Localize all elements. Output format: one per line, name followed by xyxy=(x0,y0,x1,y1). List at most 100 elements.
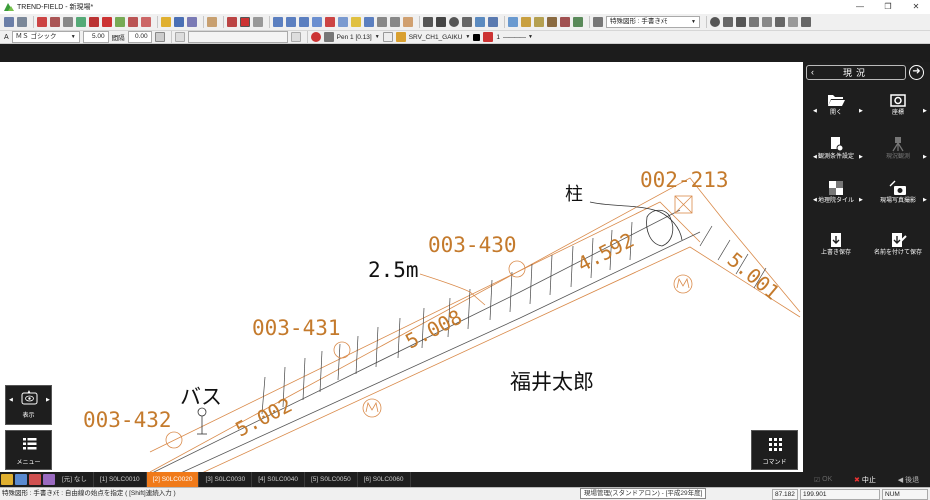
tab-s0lc0060[interactable]: [6] S0LC0060 xyxy=(358,472,411,487)
redo-icon[interactable] xyxy=(390,17,400,27)
back-button[interactable]: ◀ 後退 xyxy=(898,475,919,485)
draw-tool-icon[interactable] xyxy=(37,17,47,27)
close-button[interactable]: ✕ xyxy=(902,0,930,14)
spacing-input[interactable]: 0.00 xyxy=(127,31,152,43)
zoom-previous-icon[interactable] xyxy=(325,17,335,27)
dropdown-icon[interactable] xyxy=(253,17,263,27)
open-folder-icon[interactable] xyxy=(161,17,171,27)
tab-original[interactable]: [元] なし xyxy=(56,472,94,487)
note-icon[interactable] xyxy=(775,17,785,27)
print-icon[interactable] xyxy=(187,17,197,27)
coordinate-button[interactable]: 座標 xyxy=(873,92,923,117)
menu-button[interactable]: メニュー xyxy=(5,430,52,470)
chevron-down-icon[interactable]: ▼ xyxy=(528,34,533,40)
special-figure-icon xyxy=(593,17,603,27)
layer-icon[interactable] xyxy=(508,17,518,27)
arc-icon[interactable] xyxy=(475,17,485,27)
symbol-icon[interactable] xyxy=(488,17,498,27)
pen-color-icon[interactable] xyxy=(310,32,321,42)
tab-s0lc0040[interactable]: [4] S0LC0040 xyxy=(252,472,305,487)
zoom-in-icon[interactable] xyxy=(273,17,283,27)
tab-s0lc0020[interactable]: [2] S0LC0020 xyxy=(146,472,200,487)
pan-hand-icon[interactable] xyxy=(403,17,413,27)
font-name-select[interactable]: ＭＳ ゴシック ▼ xyxy=(11,31,80,43)
tab-s0lc0010[interactable]: [1] S0LC0010 xyxy=(94,472,147,487)
coordinate-icon[interactable] xyxy=(762,17,772,27)
layer-icon[interactable] xyxy=(15,474,27,485)
line-weight-select[interactable]: 1 xyxy=(496,34,500,41)
zoom-all-icon[interactable] xyxy=(312,17,322,27)
pen-color-icon[interactable] xyxy=(534,17,544,27)
zoom-out-icon[interactable] xyxy=(286,17,296,27)
overwrite-save-button[interactable]: 上書き保存 xyxy=(811,232,861,257)
light-bulb-icon[interactable] xyxy=(351,17,361,27)
menu-icon[interactable] xyxy=(4,17,14,27)
chevron-down-icon[interactable]: ▼ xyxy=(465,34,470,40)
line-style-icon[interactable]: ———— xyxy=(503,34,526,41)
polyline-icon[interactable] xyxy=(462,17,472,27)
site-photo-button[interactable]: 現場写真撮影 xyxy=(873,180,923,205)
layer-select[interactable]: SRV_CH1_GAIKU xyxy=(409,34,463,41)
frame-icon[interactable] xyxy=(240,17,250,27)
observation-settings-button[interactable]: 観測条件設定 xyxy=(811,136,861,161)
gsi-tile-button[interactable]: 地理院タイル xyxy=(811,180,861,205)
delete-icon[interactable] xyxy=(102,17,112,27)
maximize-button[interactable]: ❐ xyxy=(874,0,902,14)
display-button[interactable]: ▲ ◀ ▶ 表示 xyxy=(5,385,52,425)
photo-icon[interactable] xyxy=(573,17,583,27)
camera-icon[interactable] xyxy=(547,17,557,27)
chevron-down-icon[interactable]: ▼ xyxy=(375,34,380,40)
panel-title-bar[interactable]: ‹ 現況 xyxy=(806,65,906,80)
grid-icon[interactable] xyxy=(736,17,746,27)
snap-icon[interactable] xyxy=(710,17,720,27)
copy-icon[interactable] xyxy=(115,17,125,27)
save-as-button[interactable]: 名前を付けて保存 xyxy=(873,232,923,257)
pencil-icon[interactable] xyxy=(423,17,433,27)
save-icon[interactable] xyxy=(174,17,184,27)
edit-tool-icon[interactable] xyxy=(76,17,86,27)
command-button[interactable]: コマンド xyxy=(751,430,798,470)
chevron-left-icon[interactable]: ‹ xyxy=(811,66,814,79)
cancel-button[interactable]: ✖ 中止 xyxy=(854,475,876,485)
property-icon[interactable] xyxy=(521,17,531,27)
text-input-field[interactable] xyxy=(187,31,288,43)
text-style-icon[interactable] xyxy=(174,32,185,42)
pointer-icon[interactable] xyxy=(788,17,798,27)
special-figure-select[interactable]: 特殊図形 : 手書きﾒﾓ ▼ xyxy=(606,16,700,28)
measure-tool-icon[interactable] xyxy=(63,17,73,27)
pen-tool-icon[interactable] xyxy=(89,17,99,27)
chart-icon[interactable] xyxy=(43,474,55,485)
layer-checkbox-icon[interactable] xyxy=(382,32,393,42)
zoom-window-icon[interactable] xyxy=(299,17,309,27)
open-button[interactable]: 開く xyxy=(811,92,861,117)
undo-icon[interactable] xyxy=(377,17,387,27)
color-swatch-icon[interactable] xyxy=(473,33,481,41)
tab-s0lc0030[interactable]: [3] S0LC0030 xyxy=(199,472,253,487)
text-align-icon[interactable] xyxy=(154,32,165,42)
font-size-input[interactable]: 5.00 xyxy=(82,31,109,43)
calculator-icon[interactable] xyxy=(17,17,27,27)
window-list-icon[interactable] xyxy=(801,17,811,27)
hand-pointer-icon[interactable] xyxy=(207,17,217,27)
circle-icon[interactable] xyxy=(449,17,459,27)
redraw-icon[interactable] xyxy=(338,17,348,27)
zoom-point-icon[interactable] xyxy=(364,17,374,27)
drawing-canvas[interactable]: 002-213 003-430 003-431 003-432 4.592 5.… xyxy=(0,62,803,472)
stamp-icon[interactable] xyxy=(560,17,570,27)
photo-icon[interactable] xyxy=(29,474,41,485)
pen-select[interactable]: Pen 1 [0.13] xyxy=(337,34,372,41)
next-arrow-icon[interactable]: ➜ xyxy=(909,65,924,80)
text-box-icon[interactable] xyxy=(290,32,301,42)
tab-s0lc0050[interactable]: [5] S0LC0050 xyxy=(305,472,358,487)
snap-mode-icon[interactable] xyxy=(723,17,733,27)
minimize-button[interactable]: — xyxy=(846,0,874,14)
layer-list-icon[interactable] xyxy=(749,17,759,27)
line-icon[interactable] xyxy=(436,17,446,27)
ok-button[interactable]: ☑ OK xyxy=(814,476,832,484)
survey-observation-button[interactable]: 現況観測 xyxy=(873,136,923,161)
folder-icon[interactable] xyxy=(1,474,13,485)
move-icon[interactable] xyxy=(128,17,138,27)
rotate-icon[interactable] xyxy=(141,17,151,27)
cross-line-icon[interactable] xyxy=(227,17,237,27)
circle-tool-icon[interactable] xyxy=(50,17,60,27)
